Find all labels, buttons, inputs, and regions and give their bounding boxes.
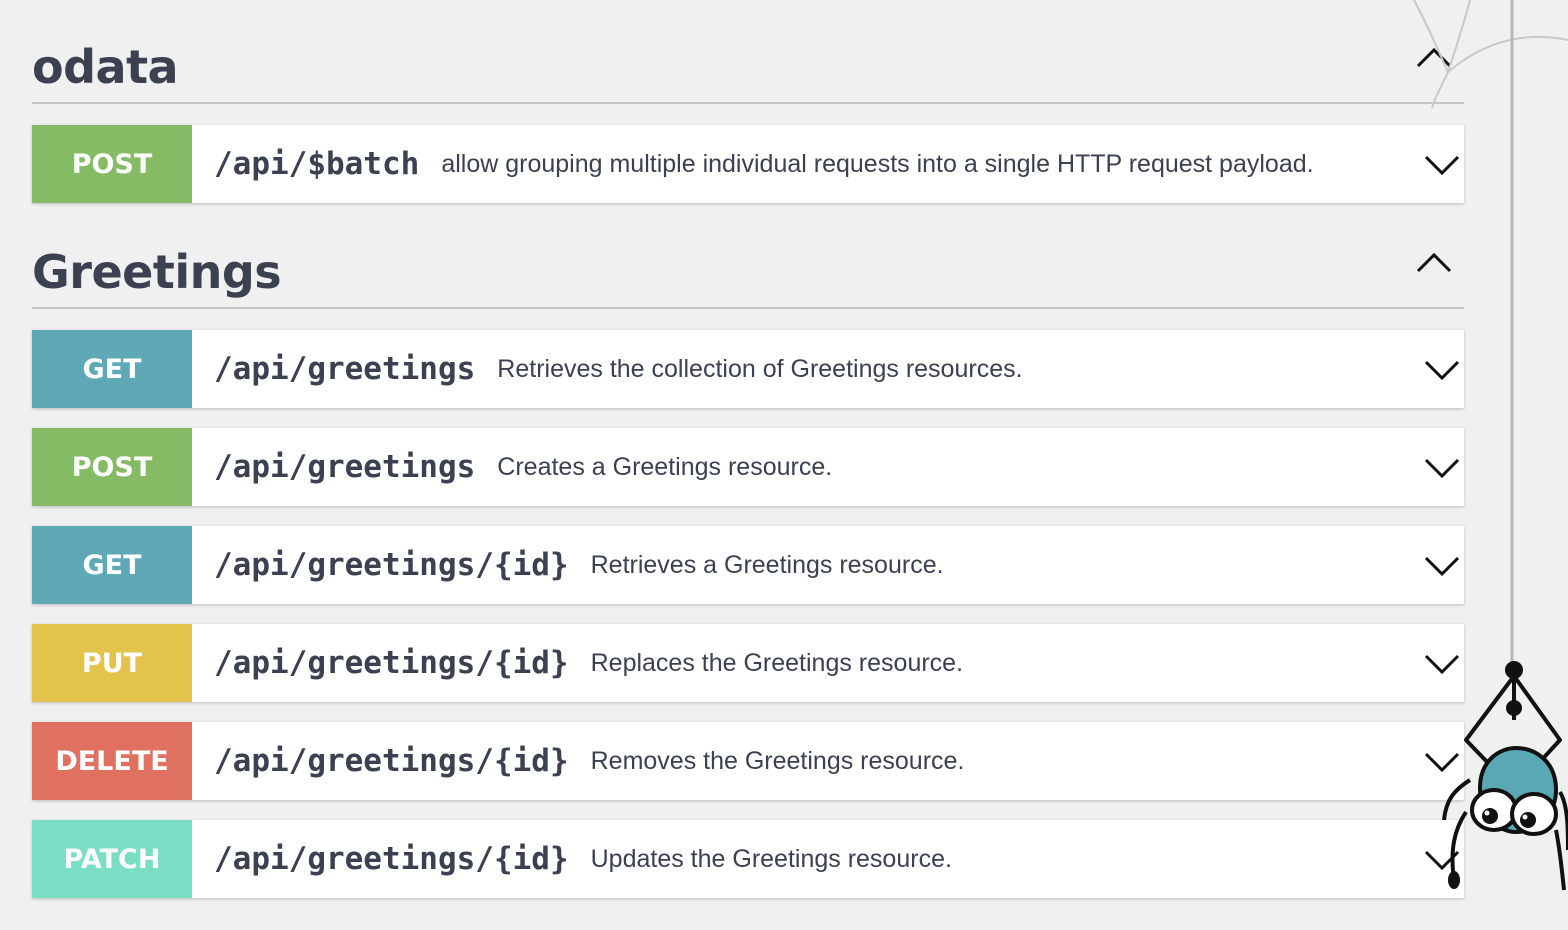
method-badge: GET: [32, 330, 192, 408]
operation-row[interactable]: PUT /api/greetings/{id} Replaces the Gre…: [32, 624, 1464, 702]
chevron-up-icon[interactable]: [1414, 44, 1454, 74]
chevron-down-icon[interactable]: [1422, 844, 1462, 874]
chevron-up-icon[interactable]: [1414, 249, 1454, 279]
method-badge: POST: [32, 428, 192, 506]
operation-summary: Updates the Greetings resource.: [590, 844, 952, 873]
method-badge: DELETE: [32, 722, 192, 800]
method-badge: GET: [32, 526, 192, 604]
operation-row[interactable]: PATCH /api/greetings/{id} Updates the Gr…: [32, 820, 1464, 898]
operation-row[interactable]: POST /api/greetings Creates a Greetings …: [32, 428, 1464, 506]
operation-summary: Creates a Greetings resource.: [497, 452, 833, 481]
operation-path: /api/greetings/{id}: [214, 645, 569, 681]
operation-path: /api/greetings: [214, 351, 476, 387]
chevron-down-icon[interactable]: [1422, 648, 1462, 678]
operation-summary: allow grouping multiple individual reque…: [441, 149, 1314, 178]
operation-path: /api/greetings/{id}: [214, 743, 569, 779]
operation-summary: Retrieves the collection of Greetings re…: [497, 354, 1023, 383]
operation-summary: Replaces the Greetings resource.: [590, 648, 964, 677]
operation-path: /api/greetings/{id}: [214, 841, 569, 877]
chevron-down-icon[interactable]: [1422, 452, 1462, 482]
chevron-down-icon[interactable]: [1422, 746, 1462, 776]
swagger-operations-page: odata POST /api/$batch allow grouping mu…: [0, 0, 1568, 930]
section-title: Greetings: [32, 245, 282, 299]
operation-summary: Removes the Greetings resource.: [590, 746, 965, 775]
operation-path: /api/greetings: [214, 449, 476, 485]
method-badge: PATCH: [32, 820, 192, 898]
chevron-down-icon[interactable]: [1422, 550, 1462, 580]
operation-path: /api/$batch: [214, 146, 420, 182]
operation-row[interactable]: DELETE /api/greetings/{id} Removes the G…: [32, 722, 1464, 800]
method-badge: POST: [32, 125, 192, 203]
operation-summary: Retrieves a Greetings resource.: [590, 550, 944, 579]
operation-row[interactable]: GET /api/greetings Retrieves the collect…: [32, 330, 1464, 408]
operation-path: /api/greetings/{id}: [214, 547, 569, 583]
section-header-greetings[interactable]: Greetings: [32, 205, 1464, 309]
section-title: odata: [32, 40, 179, 94]
method-badge: PUT: [32, 624, 192, 702]
chevron-down-icon[interactable]: [1422, 354, 1462, 384]
chevron-down-icon[interactable]: [1422, 149, 1462, 179]
operation-row[interactable]: POST /api/$batch allow grouping multiple…: [32, 125, 1464, 203]
section-header-odata[interactable]: odata: [32, 0, 1464, 104]
operation-row[interactable]: GET /api/greetings/{id} Retrieves a Gree…: [32, 526, 1464, 604]
